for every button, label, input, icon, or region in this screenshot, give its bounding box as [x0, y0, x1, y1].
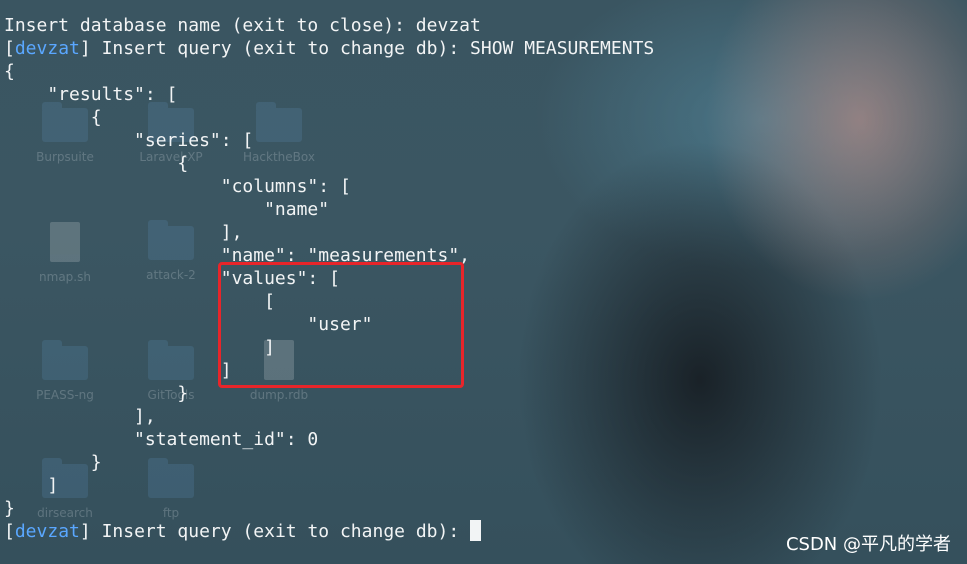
json-line: "series": [: [4, 130, 254, 151]
folder-icon: [256, 102, 302, 142]
json-line: ],: [4, 406, 156, 427]
json-line: ],: [4, 222, 243, 243]
json-line: {: [4, 107, 102, 128]
desktop-icon-label: ftp: [162, 506, 180, 520]
terminal-line-query-prompt: [devzat] Insert query (exit to change db…: [4, 37, 654, 60]
prompt-text: Insert query (exit to change db): SHOW M…: [101, 38, 655, 59]
desktop-icon-label: HacktheBox: [243, 150, 315, 164]
desktop-icon-label: dump.rdb: [249, 388, 309, 402]
json-line: ]: [4, 360, 232, 381]
prompt-bracket-close: ]: [79, 521, 102, 542]
json-line: }: [4, 383, 189, 404]
desktop-icon-ftp[interactable]: ftp: [116, 458, 226, 520]
prompt-db-name: devzat: [14, 38, 80, 59]
json-line: "name": [4, 199, 330, 220]
terminal-output[interactable]: Insert database name (exit to close): de…: [0, 0, 654, 552]
terminal-line-db-prompt: Insert database name (exit to close): de…: [4, 15, 481, 36]
json-line: }: [4, 498, 15, 519]
folder-icon: [148, 458, 194, 498]
desktop-icon-label: dirsearch: [37, 506, 93, 520]
terminal-line-query-prompt[interactable]: [devzat] Insert query (exit to change db…: [4, 520, 482, 543]
text-cursor: [470, 520, 482, 541]
annotation-highlight-box: [218, 262, 464, 388]
prompt-bracket-open: [: [4, 38, 15, 59]
json-line: {: [4, 61, 15, 82]
watermark: CSDN @平凡的学者: [785, 534, 951, 555]
json-line: "columns": [: [4, 176, 351, 197]
json-line: }: [4, 452, 102, 473]
json-line: "results": [: [4, 84, 178, 105]
json-line: "statement_id": 0: [4, 429, 319, 450]
prompt-db-name: devzat: [14, 521, 80, 542]
prompt-text: Insert query (exit to change db):: [101, 521, 471, 542]
json-line: {: [4, 153, 189, 174]
prompt-bracket-close: ]: [79, 38, 102, 59]
prompt-bracket-open: [: [4, 521, 15, 542]
json-line: ]: [4, 475, 59, 496]
